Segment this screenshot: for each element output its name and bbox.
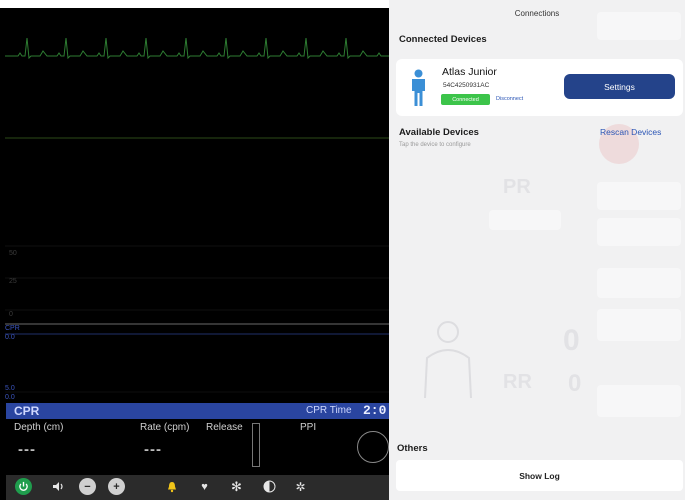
connected-device-card[interactable]: Atlas Junior 54C4250931AC Connected Disc… [396,59,683,116]
others-heading: Others [397,443,428,454]
panel-title: Connections [514,9,560,18]
ppi-indicator-circle [357,431,389,463]
device-name: Atlas Junior [442,66,497,78]
ghost-value: 0 [563,324,580,357]
plus-icon[interactable]: + [108,478,125,495]
show-log-button[interactable]: Show Log [396,460,683,491]
gear-icon[interactable]: ✲ [292,478,309,495]
ghost-value: 0 [568,370,582,397]
scale-label: 0 [9,311,13,318]
snowflake-icon[interactable]: ✻ [228,478,245,495]
available-devices-hint: Tap the device to configure [399,142,471,148]
power-icon[interactable] [15,478,32,495]
patient-monitor-screen: 50 25 0 CPR 0.0 5.0 0.0 CPR CPR Time 2:0… [0,0,389,500]
connected-devices-heading: Connected Devices [399,34,487,45]
ppi-label: PPI [300,422,317,433]
ecg-waveform [5,37,389,60]
cpr-time-value: 2:0 [363,403,387,418]
rate-value: --- [144,441,162,458]
cpr-label: CPR [14,404,40,418]
cpr-header-bar: CPR CPR Time 2:0 [6,403,389,419]
scale-label: 0.0 [5,334,15,341]
scale-label: 5.0 [5,385,15,392]
person-icon [412,69,425,106]
background-tile [597,309,681,341]
background-tile [597,385,681,417]
scale-label: 0.0 [5,394,15,401]
ghost-body-outline [424,321,472,399]
contrast-icon[interactable] [261,478,278,495]
volume-icon[interactable] [50,478,67,495]
heart-icon[interactable]: ♥ [196,478,213,495]
background-tile [489,210,561,230]
connected-status-badge: Connected [441,94,490,105]
cpr-time-label: CPR Time [306,405,352,416]
background-tile [597,268,681,298]
waveform-area [5,37,389,393]
release-gauge [252,423,260,467]
ghost-pr-label: PR [503,176,531,198]
background-tile [597,182,681,210]
background-tile [597,218,681,246]
disconnect-link[interactable]: Disconnect [496,96,523,102]
release-label: Release [206,422,243,433]
minus-icon[interactable]: − [79,478,96,495]
scale-label: 50 [9,250,17,257]
rescan-devices-link[interactable]: Rescan Devices [600,127,661,137]
settings-button[interactable]: Settings [564,74,675,99]
depth-label: Depth (cm) [14,422,64,433]
depth-value: --- [18,441,36,458]
cpr-trace-label: CPR [5,325,20,332]
rate-label: Rate (cpm) [140,422,190,433]
device-serial: 54C4250931AC [443,82,490,89]
bell-icon[interactable] [163,478,180,495]
ghost-rr-label: RR [503,371,532,393]
scale-label: 25 [9,278,17,285]
available-devices-heading: Available Devices [399,127,479,138]
connections-panel: PR RR 0 0 Connections Connected Devices … [389,0,685,500]
bottom-toolbar: − + ♥ ✻ ✲ [6,475,389,500]
